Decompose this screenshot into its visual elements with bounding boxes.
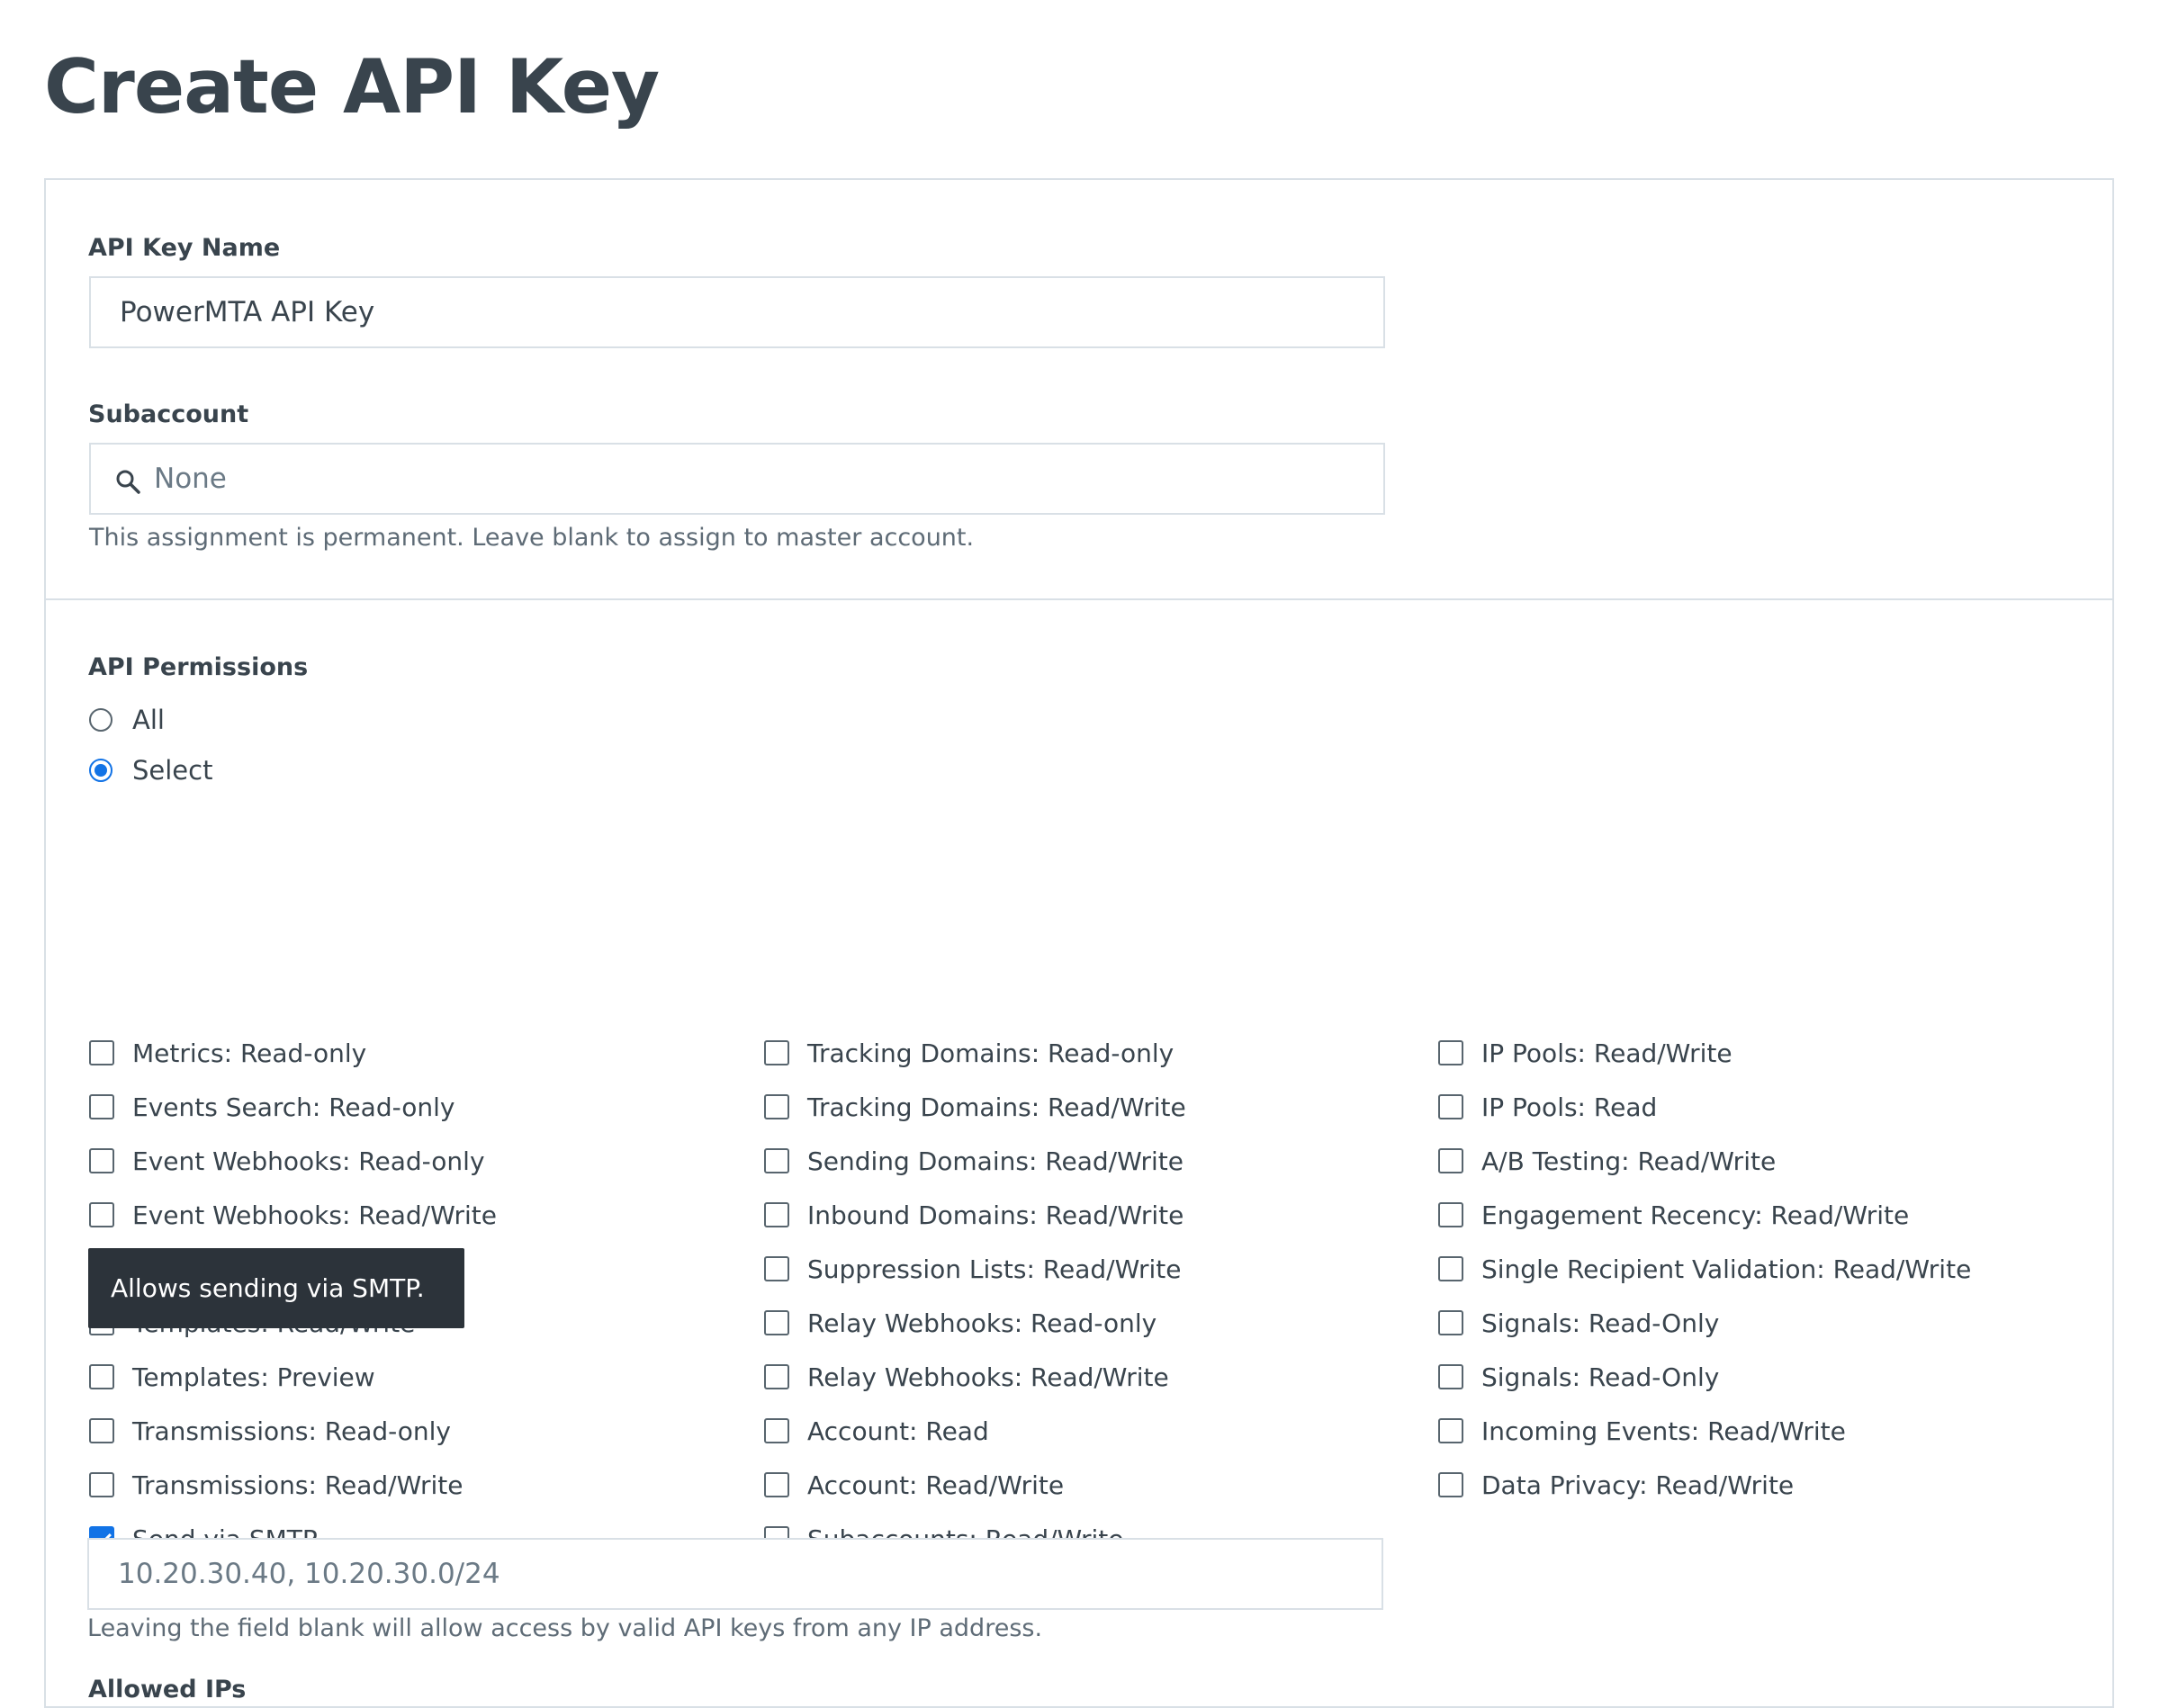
subaccount-label: Subaccount — [88, 400, 249, 428]
radio-all[interactable]: All — [89, 702, 165, 738]
checkbox[interactable] — [1438, 1256, 1463, 1281]
radio-all-control[interactable] — [89, 708, 112, 732]
radio-select-label: Select — [132, 755, 213, 786]
permission-item[interactable]: Templates: Preview — [89, 1359, 375, 1395]
permission-item[interactable]: Event Webhooks: Read-only — [89, 1143, 485, 1179]
permission-item[interactable]: Tracking Domains: Read/Write — [764, 1089, 1186, 1125]
search-icon — [116, 470, 140, 494]
checkbox[interactable] — [89, 1418, 114, 1443]
permission-label: Single Recipient Validation: Read/Write — [1481, 1254, 1972, 1284]
radio-select-control[interactable] — [89, 759, 112, 782]
checkbox[interactable] — [764, 1040, 789, 1065]
permission-label: IP Pools: Read — [1481, 1092, 1658, 1122]
permission-label: Event Webhooks: Read-only — [132, 1146, 485, 1176]
permission-item[interactable]: Transmissions: Read/Write — [89, 1467, 464, 1503]
create-api-key-form: API Key Name Subaccount This assignment … — [44, 178, 2114, 1708]
permission-item[interactable]: IP Pools: Read — [1438, 1089, 1657, 1125]
checkbox[interactable] — [1438, 1418, 1463, 1443]
permission-item[interactable]: IP Pools: Read/Write — [1438, 1035, 1732, 1071]
permission-label: Events Search: Read-only — [132, 1092, 455, 1122]
page-title: Create API Key — [44, 43, 660, 130]
allowed-ips-label: Allowed IPs — [88, 1676, 247, 1704]
checkbox[interactable] — [764, 1418, 789, 1443]
checkbox[interactable] — [764, 1202, 789, 1227]
permission-label: Incoming Events: Read/Write — [1481, 1416, 1846, 1446]
permission-item[interactable]: Metrics: Read-only — [89, 1035, 366, 1071]
permission-label: Relay Webhooks: Read/Write — [807, 1362, 1169, 1392]
permission-label: Relay Webhooks: Read-only — [807, 1308, 1157, 1338]
allowed-ips-input[interactable] — [87, 1538, 1383, 1610]
subaccount-help-text: This assignment is permanent. Leave blan… — [89, 524, 975, 552]
permission-label: Templates: Preview — [132, 1362, 375, 1392]
checkbox[interactable] — [89, 1148, 114, 1173]
permission-item[interactable]: Relay Webhooks: Read/Write — [764, 1359, 1169, 1395]
permission-item[interactable]: Incoming Events: Read/Write — [1438, 1413, 1846, 1449]
checkbox[interactable] — [1438, 1364, 1463, 1389]
checkbox[interactable] — [89, 1040, 114, 1065]
permission-label: Suppression Lists: Read/Write — [807, 1254, 1182, 1284]
permission-item[interactable]: Signals: Read-Only — [1438, 1359, 1719, 1395]
checkbox[interactable] — [764, 1364, 789, 1389]
checkbox[interactable] — [89, 1472, 114, 1497]
permission-label: Engagement Recency: Read/Write — [1481, 1200, 1910, 1230]
permission-label: IP Pools: Read/Write — [1481, 1038, 1732, 1068]
permission-label: Data Privacy: Read/Write — [1481, 1470, 1795, 1500]
checkbox[interactable] — [1438, 1040, 1463, 1065]
permission-item[interactable]: Tracking Domains: Read-only — [764, 1035, 1174, 1071]
radio-select[interactable]: Select — [89, 752, 212, 788]
subaccount-typeahead[interactable] — [89, 443, 1385, 515]
subaccount-search-input[interactable] — [154, 445, 1360, 513]
radio-all-label: All — [132, 705, 165, 735]
checkbox[interactable] — [764, 1472, 789, 1497]
checkbox[interactable] — [1438, 1472, 1463, 1497]
permission-item[interactable]: Relay Webhooks: Read-only — [764, 1305, 1156, 1341]
permission-item[interactable]: Inbound Domains: Read/Write — [764, 1197, 1184, 1233]
permission-label: Sending Domains: Read/Write — [807, 1146, 1184, 1176]
permission-item[interactable]: Data Privacy: Read/Write — [1438, 1467, 1794, 1503]
checkbox[interactable] — [89, 1094, 114, 1119]
checkbox[interactable] — [764, 1094, 789, 1119]
permission-item[interactable]: Events Search: Read-only — [89, 1089, 454, 1125]
checkbox[interactable] — [1438, 1148, 1463, 1173]
checkbox[interactable] — [89, 1202, 114, 1227]
permission-label: Tracking Domains: Read/Write — [807, 1092, 1186, 1122]
api-key-name-input[interactable] — [89, 276, 1385, 348]
checkbox[interactable] — [1438, 1310, 1463, 1335]
permission-item[interactable]: Event Webhooks: Read/Write — [89, 1197, 497, 1233]
checkbox[interactable] — [764, 1310, 789, 1335]
permission-item[interactable]: Suppression Lists: Read/Write — [764, 1251, 1182, 1287]
permission-label: Event Webhooks: Read/Write — [132, 1200, 498, 1230]
checkbox[interactable] — [764, 1148, 789, 1173]
checkbox[interactable] — [1438, 1094, 1463, 1119]
permission-label: Tracking Domains: Read-only — [807, 1038, 1174, 1068]
permission-item[interactable]: Single Recipient Validation: Read/Write — [1438, 1251, 1971, 1287]
permission-label: Account: Read — [807, 1416, 989, 1446]
permission-item[interactable]: A/B Testing: Read/Write — [1438, 1143, 1776, 1179]
permission-label: Transmissions: Read-only — [132, 1416, 452, 1446]
section-divider — [46, 598, 2112, 600]
allowed-ips-help-text: Leaving the field blank will allow acces… — [87, 1614, 1043, 1642]
checkbox[interactable] — [764, 1256, 789, 1281]
api-permissions-label: API Permissions — [88, 653, 309, 681]
checkbox[interactable] — [89, 1364, 114, 1389]
permission-label: Signals: Read-Only — [1481, 1362, 1720, 1392]
tooltip: Allows sending via SMTP. — [88, 1248, 464, 1328]
permission-label: Transmissions: Read/Write — [132, 1470, 464, 1500]
permission-item[interactable]: Engagement Recency: Read/Write — [1438, 1197, 1909, 1233]
permission-label: Signals: Read-Only — [1481, 1308, 1720, 1338]
permission-item[interactable]: Signals: Read-Only — [1438, 1305, 1719, 1341]
checkbox[interactable] — [1438, 1202, 1463, 1227]
api-key-name-label: API Key Name — [88, 234, 281, 262]
permission-item[interactable]: Transmissions: Read-only — [89, 1413, 451, 1449]
permission-item[interactable]: Account: Read/Write — [764, 1467, 1064, 1503]
permission-label: Inbound Domains: Read/Write — [807, 1200, 1184, 1230]
permission-item[interactable]: Account: Read — [764, 1413, 989, 1449]
permission-label: Metrics: Read-only — [132, 1038, 367, 1068]
permission-label: Account: Read/Write — [807, 1470, 1065, 1500]
permission-label: A/B Testing: Read/Write — [1481, 1146, 1777, 1176]
permission-item[interactable]: Sending Domains: Read/Write — [764, 1143, 1184, 1179]
